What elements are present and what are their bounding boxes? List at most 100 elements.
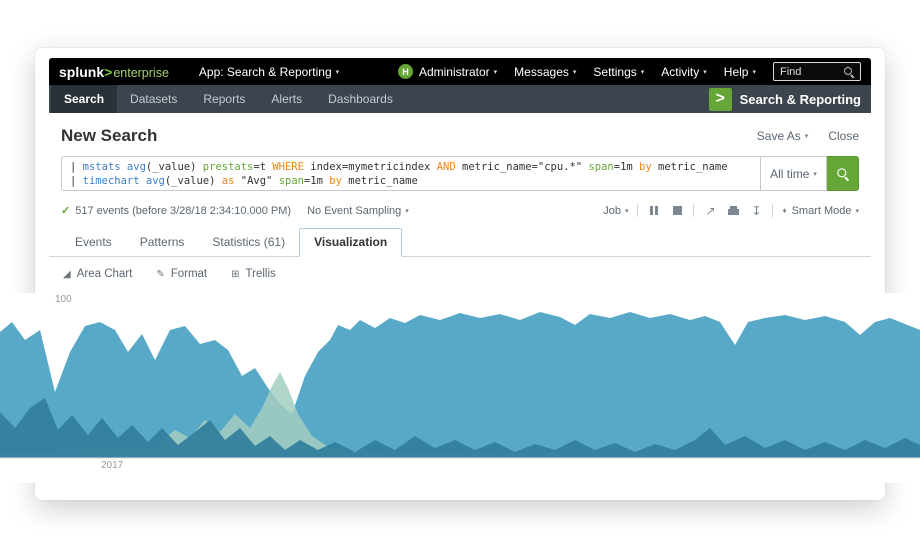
nav-item-dashboards[interactable]: Dashboards [315, 85, 406, 113]
tab-patterns[interactable]: Patterns [126, 229, 199, 256]
nav-alerts-label: Alerts [271, 92, 302, 106]
page-title: New Search [61, 126, 157, 146]
caret-down-icon: ▾ [405, 207, 409, 215]
pause-icon [650, 206, 658, 215]
query-line-2: | timechart avg(_value) as "Avg" span=1m… [70, 174, 752, 188]
event-count-text: 517 events (before 3/28/18 2:34:10.000 P… [75, 205, 291, 217]
user-menu[interactable]: H Administrator ▾ [398, 64, 497, 79]
format-button[interactable]: ✎ Format [156, 268, 207, 280]
close-label: Close [828, 129, 859, 143]
nav-item-alerts[interactable]: Alerts [258, 85, 315, 113]
area-chart[interactable] [0, 293, 920, 463]
caret-down-icon: ▾ [336, 68, 340, 76]
format-label: Format [171, 268, 207, 280]
export-button[interactable]: ↧ [749, 205, 763, 217]
nav-item-datasets[interactable]: Datasets [117, 85, 190, 113]
time-range-label: All time [770, 167, 809, 181]
visualization-toolbar: ◢ Area Chart ✎ Format ⊞ Trellis [49, 257, 871, 280]
area-chart-panel: 100 2017 [0, 293, 920, 483]
nav-search-label: Search [64, 92, 104, 106]
logo-splunk-text: splunk [59, 64, 104, 80]
search-page-content: New Search Save As ▾ Close | mstats avg(… [49, 113, 871, 280]
divider [637, 204, 638, 217]
check-icon: ✓ [61, 204, 70, 217]
event-sampling-menu[interactable]: No Event Sampling ▾ [307, 205, 409, 217]
caret-down-icon: ▾ [573, 68, 577, 76]
print-button[interactable] [726, 205, 740, 217]
nav-datasets-label: Datasets [130, 92, 177, 106]
share-job-button[interactable]: ↗ [703, 205, 717, 217]
search-mode-menu[interactable]: ♦ Smart Mode ▾ [782, 205, 859, 217]
messages-menu[interactable]: Messages ▾ [514, 65, 576, 79]
y-axis-tick: 100 [55, 294, 72, 305]
nav-reports-label: Reports [203, 92, 245, 106]
search-icon [844, 67, 854, 77]
app-menu-label: App: Search & Reporting [199, 65, 332, 79]
search-query-input[interactable]: | mstats avg(_value) prestats=t WHERE in… [61, 156, 761, 191]
logo-product-text: enterprise [113, 66, 169, 80]
tab-visualization[interactable]: Visualization [299, 228, 402, 257]
activity-menu[interactable]: Activity ▾ [661, 65, 707, 79]
smart-mode-label: Smart Mode [792, 205, 852, 217]
query-line-1: | mstats avg(_value) prestats=t WHERE in… [70, 160, 752, 174]
print-icon [728, 209, 739, 215]
messages-label: Messages [514, 65, 569, 79]
caret-down-icon: ▾ [813, 170, 817, 178]
user-menu-label: Administrator [419, 65, 490, 79]
caret-down-icon: ▾ [625, 207, 629, 215]
export-icon: ↧ [751, 205, 761, 217]
chart-type-picker[interactable]: ◢ Area Chart [63, 268, 132, 280]
caret-down-icon: ▾ [703, 68, 707, 76]
page-header: New Search Save As ▾ Close [49, 113, 871, 146]
divider [772, 204, 773, 217]
nav-item-search[interactable]: Search [51, 85, 117, 113]
header-actions: Save As ▾ Close [757, 129, 859, 143]
trellis-button[interactable]: ⊞ Trellis [231, 268, 276, 280]
stop-icon [673, 206, 682, 215]
save-as-label: Save As [757, 129, 801, 143]
tab-events[interactable]: Events [61, 229, 126, 256]
divider [693, 204, 694, 217]
close-button[interactable]: Close [828, 129, 859, 143]
app-menu[interactable]: App: Search & Reporting ▾ [199, 65, 339, 79]
job-controls: Job ▾ ↗ ↧ ♦ Smart Mode [603, 204, 859, 217]
job-menu[interactable]: Job ▾ [603, 205, 628, 217]
job-menu-label: Job [603, 205, 621, 217]
job-status-bar: ✓ 517 events (before 3/28/18 2:34:10.000… [61, 204, 859, 217]
area-chart-icon: ◢ [63, 269, 71, 280]
time-range-picker[interactable]: All time ▾ [761, 156, 827, 191]
save-as-button[interactable]: Save As ▾ [757, 129, 809, 143]
chart-type-label: Area Chart [77, 268, 133, 280]
caret-down-icon: ▾ [805, 132, 809, 140]
pause-job-button[interactable] [647, 205, 661, 217]
run-search-button[interactable] [827, 156, 859, 191]
app-navbar: Search Datasets Reports Alerts Dashboard… [49, 85, 871, 113]
current-app-badge[interactable]: > Search & Reporting [709, 85, 871, 113]
splunk-app-icon: > [709, 88, 732, 111]
caret-down-icon: ▾ [641, 68, 645, 76]
settings-menu[interactable]: Settings ▾ [593, 65, 644, 79]
search-bar-group: | mstats avg(_value) prestats=t WHERE in… [61, 156, 859, 191]
stop-job-button[interactable] [670, 205, 684, 217]
find-placeholder: Find [780, 66, 801, 78]
tab-statistics[interactable]: Statistics (61) [198, 229, 299, 256]
splunk-logo[interactable]: splunk > enterprise [59, 64, 169, 80]
smart-mode-icon: ♦ [782, 206, 786, 215]
trellis-label: Trellis [246, 268, 276, 280]
nav-dashboards-label: Dashboards [328, 92, 393, 106]
help-menu[interactable]: Help ▾ [724, 65, 756, 79]
results-tabs: Events Patterns Statistics (61) Visualiz… [49, 228, 871, 257]
activity-label: Activity [661, 65, 699, 79]
pencil-icon: ✎ [156, 269, 164, 280]
topbar-right-group: H Administrator ▾ Messages ▾ Settings ▾ … [398, 62, 861, 81]
help-label: Help [724, 65, 749, 79]
caret-down-icon: ▾ [494, 68, 498, 76]
caret-down-icon: ▾ [855, 207, 859, 215]
trellis-icon: ⊞ [231, 269, 239, 280]
page-background: splunk > enterprise App: Search & Report… [0, 0, 920, 544]
settings-label: Settings [593, 65, 636, 79]
global-topbar: splunk > enterprise App: Search & Report… [49, 58, 871, 85]
nav-item-reports[interactable]: Reports [190, 85, 258, 113]
share-icon: ↗ [705, 205, 715, 217]
find-search-input[interactable]: Find [773, 62, 861, 81]
